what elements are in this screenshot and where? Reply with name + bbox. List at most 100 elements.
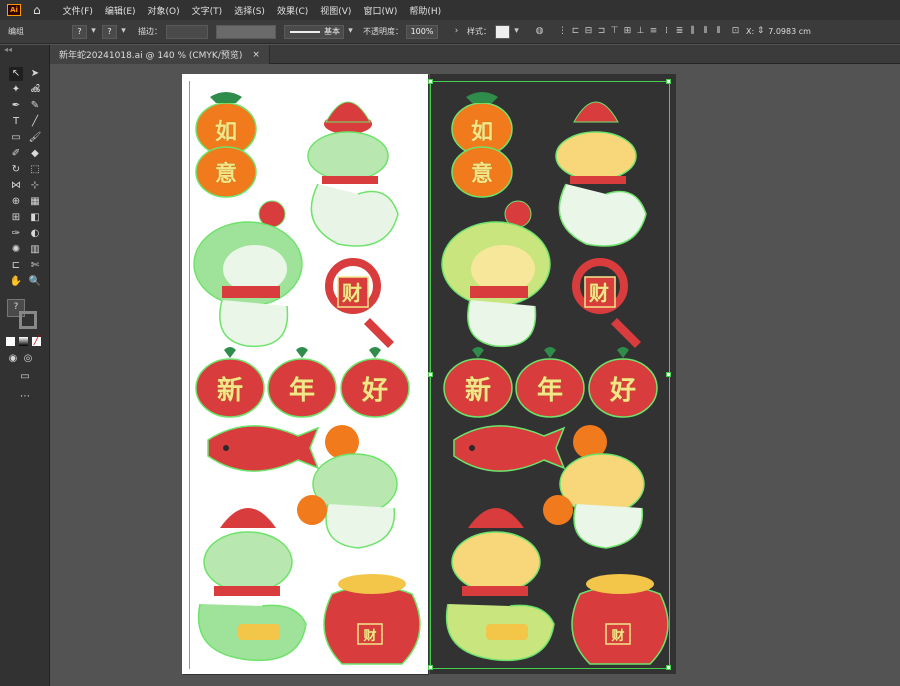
eraser-tool-icon[interactable]: ◆ [28, 147, 42, 161]
menu-help[interactable]: 帮助(H) [403, 4, 447, 17]
snake-with-apple-left[interactable] [193, 200, 303, 348]
none-mode-icon[interactable]: ╱ [32, 337, 41, 346]
x-value[interactable]: 7.0983 cm [768, 27, 811, 36]
perspective-grid-tool-icon[interactable]: ▦ [28, 195, 42, 209]
direct-selection-tool-icon[interactable]: ➤ [28, 67, 42, 81]
pen-tool-icon[interactable]: ✒ [9, 99, 23, 113]
align-center-icon[interactable]: ⊟ [582, 26, 595, 37]
line-tool-icon[interactable]: ╱ [28, 115, 42, 129]
color-mode-icon[interactable] [6, 337, 15, 346]
paintbrush-tool-icon[interactable]: 🖌 [28, 131, 42, 145]
align-left-icon[interactable]: ⊏ [569, 26, 582, 37]
ruyi-char-2-right: 意 [470, 161, 493, 187]
align-bottom-icon[interactable]: ⊥ [634, 26, 647, 37]
snake-with-hat-bottom-left[interactable] [197, 508, 307, 662]
home-icon[interactable]: ⌂ [33, 4, 41, 16]
recolor-icon[interactable]: ◍ [533, 26, 546, 37]
align-top-icon[interactable]: ⊤ [608, 26, 621, 37]
fortune-char-bag-right: 财 [611, 628, 625, 644]
draw-behind-icon[interactable]: ◎ [21, 352, 35, 366]
resize-handle-mr[interactable] [666, 372, 671, 377]
resize-handle-br[interactable] [666, 665, 671, 670]
snake-with-hat-top-left[interactable] [307, 101, 399, 247]
snake-with-hat-top-right[interactable] [555, 101, 647, 247]
curvature-tool-icon[interactable]: ✎ [28, 99, 42, 113]
koi-fish-right[interactable] [453, 425, 566, 472]
stroke-color-icon[interactable] [19, 311, 37, 329]
document-tab[interactable]: 新年蛇20241018.ai @ 140 % (CMYK/预览) × [50, 45, 270, 64]
chevron-down-icon[interactable]: ▾ [510, 26, 523, 37]
width-tool-icon[interactable]: ⋈ [9, 179, 23, 193]
draw-normal-icon[interactable]: ◉ [6, 352, 20, 366]
shaper-tool-icon[interactable]: ✐ [9, 147, 23, 161]
more-tools-icon[interactable]: ⋯ [18, 390, 32, 404]
style-label: 样式： [467, 27, 491, 36]
rotate-tool-icon[interactable]: ↻ [9, 163, 23, 177]
menu-window[interactable]: 窗口(W) [357, 4, 403, 17]
align-right-icon[interactable]: ⊐ [595, 26, 608, 37]
distribute-top-icon[interactable]: ≡ [647, 26, 660, 37]
distribute-right-icon[interactable]: ⫴ [712, 26, 725, 37]
menu-select[interactable]: 选择(S) [228, 4, 271, 17]
distribute-center-icon[interactable]: ⁞ [660, 26, 673, 37]
artboard-tool-icon[interactable]: ⊏ [9, 259, 23, 273]
panel-grip-icon[interactable]: ◂◂ [0, 45, 49, 57]
chevron-down-icon[interactable]: ▾ [344, 26, 357, 37]
chevron-right-icon[interactable]: › [450, 26, 463, 37]
stroke-weight-input[interactable] [166, 24, 208, 39]
snake-with-hat-bottom-right[interactable] [445, 508, 555, 662]
resize-handle-bl[interactable] [428, 665, 433, 670]
menu-type[interactable]: 文字(T) [186, 4, 229, 17]
lasso-tool-icon[interactable]: ൿ [28, 83, 42, 97]
resize-handle-tr[interactable] [666, 79, 671, 84]
mesh-tool-icon[interactable]: ⊞ [9, 211, 23, 225]
stepper-icon[interactable]: ⇕ [754, 26, 767, 37]
hand-tool-icon[interactable]: ✋ [9, 275, 23, 289]
chevron-down-icon[interactable]: ▾ [87, 26, 100, 37]
resize-handle-ml[interactable] [428, 372, 433, 377]
graph-tool-icon[interactable]: ▥ [28, 243, 42, 257]
rectangle-tool-icon[interactable]: ▭ [9, 131, 23, 145]
shape-builder-tool-icon[interactable]: ⊕ [9, 195, 23, 209]
align-middle-icon[interactable]: ⊞ [621, 26, 634, 37]
koi-fish-left[interactable] [207, 425, 320, 472]
scale-tool-icon[interactable]: ⬚ [28, 163, 42, 177]
menu-effect[interactable]: 效果(C) [271, 4, 314, 17]
fill-swatch[interactable]: ? [72, 24, 87, 39]
lucky-bag-right[interactable] [571, 574, 669, 665]
menu-view[interactable]: 视图(V) [314, 4, 357, 17]
slice-tool-icon[interactable]: ✄ [28, 259, 42, 273]
menu-object[interactable]: 对象(O) [142, 4, 186, 17]
reference-point-icon[interactable]: ⊡ [729, 26, 742, 37]
align-menu-icon[interactable]: ⋮ [556, 26, 569, 37]
canvas-area[interactable]: 如 意 如 意 新 年 好 新 年 好 财 财 财 财 [50, 64, 900, 686]
distribute-left-icon[interactable]: ⫼ [686, 26, 699, 37]
greeting-char-xin-left: 新 [216, 375, 243, 406]
brush-profile-dropdown[interactable]: 基本 [284, 24, 344, 39]
opacity-label: 不透明度： [363, 27, 403, 36]
type-tool-icon[interactable]: T [9, 115, 23, 129]
zoom-tool-icon[interactable]: 🔍 [28, 275, 42, 289]
distribute-bottom-icon[interactable]: ≣ [673, 26, 686, 37]
gradient-mode-icon[interactable] [19, 337, 28, 346]
magic-wand-tool-icon[interactable]: ✦ [9, 83, 23, 97]
stroke-swatch[interactable]: ? [102, 24, 117, 39]
close-icon[interactable]: × [252, 50, 260, 60]
menu-edit[interactable]: 编辑(E) [99, 4, 142, 17]
distribute-hcenter-icon[interactable]: ⦀ [699, 26, 712, 37]
resize-handle-tl[interactable] [428, 79, 433, 84]
chevron-down-icon[interactable]: ▾ [117, 26, 130, 37]
symbol-sprayer-tool-icon[interactable]: ✺ [9, 243, 23, 257]
eyedropper-tool-icon[interactable]: ✑ [9, 227, 23, 241]
style-swatch[interactable] [495, 24, 510, 39]
snake-with-apple-right[interactable] [441, 200, 551, 348]
variable-width-dropdown[interactable] [216, 24, 276, 39]
opacity-input[interactable]: 100% [406, 24, 438, 39]
selection-tool-icon[interactable]: ↖ [9, 67, 23, 81]
lucky-bag-left[interactable] [323, 574, 421, 665]
menu-file[interactable]: 文件(F) [57, 4, 99, 17]
blend-tool-icon[interactable]: ◐ [28, 227, 42, 241]
free-transform-tool-icon[interactable]: ⊹ [28, 179, 42, 193]
gradient-tool-icon[interactable]: ◧ [28, 211, 42, 225]
screen-mode-icon[interactable]: ▭ [16, 370, 34, 384]
